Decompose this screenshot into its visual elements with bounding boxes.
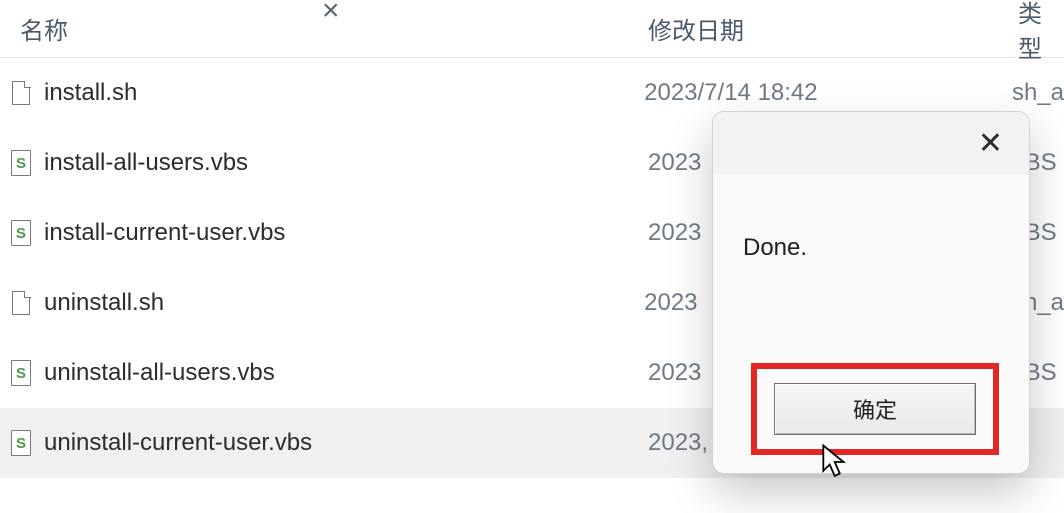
file-name: uninstall-all-users.vbs <box>44 359 275 387</box>
ok-button[interactable]: 确定 <box>774 383 977 435</box>
file-name-cell: Sinstall-all-users.vbs <box>0 149 620 177</box>
file-name: install.sh <box>44 79 137 107</box>
vbs-file-icon: S <box>10 149 32 177</box>
file-name: install-all-users.vbs <box>44 149 248 177</box>
dialog-titlebar: ✕ <box>713 112 1029 174</box>
file-name: uninstall.sh <box>44 289 164 317</box>
column-header-row: × 名称 修改日期 类型 <box>0 0 1064 58</box>
column-header-name[interactable]: 名称 <box>0 11 620 46</box>
vbs-file-icon: S <box>10 429 32 457</box>
file-name-cell: Sinstall-current-user.vbs <box>0 219 620 247</box>
file-type: sh_a <box>984 79 1064 107</box>
column-header-type[interactable]: 类型 <box>990 0 1064 64</box>
file-name: install-current-user.vbs <box>44 219 285 247</box>
file-name-cell: Suninstall-current-user.vbs <box>0 429 620 457</box>
vbs-file-icon: S <box>10 219 32 247</box>
message-dialog: ✕ Done. 确定 <box>712 111 1030 474</box>
cursor-icon <box>820 443 852 481</box>
file-date: 2023/7/14 18:42 <box>616 79 984 107</box>
dialog-message: Done. <box>713 174 1029 272</box>
file-name: uninstall-current-user.vbs <box>44 429 312 457</box>
file-name-cell: uninstall.sh <box>0 289 616 317</box>
file-name-cell: Suninstall-all-users.vbs <box>0 359 620 387</box>
file-icon <box>10 79 32 107</box>
file-name-cell: install.sh <box>0 79 616 107</box>
vbs-file-icon: S <box>10 359 32 387</box>
highlight-annotation: 确定 <box>751 363 999 455</box>
close-icon[interactable]: × <box>322 0 340 28</box>
column-header-date[interactable]: 修改日期 <box>620 11 990 46</box>
file-icon <box>10 289 32 317</box>
close-icon[interactable]: ✕ <box>968 122 1013 165</box>
